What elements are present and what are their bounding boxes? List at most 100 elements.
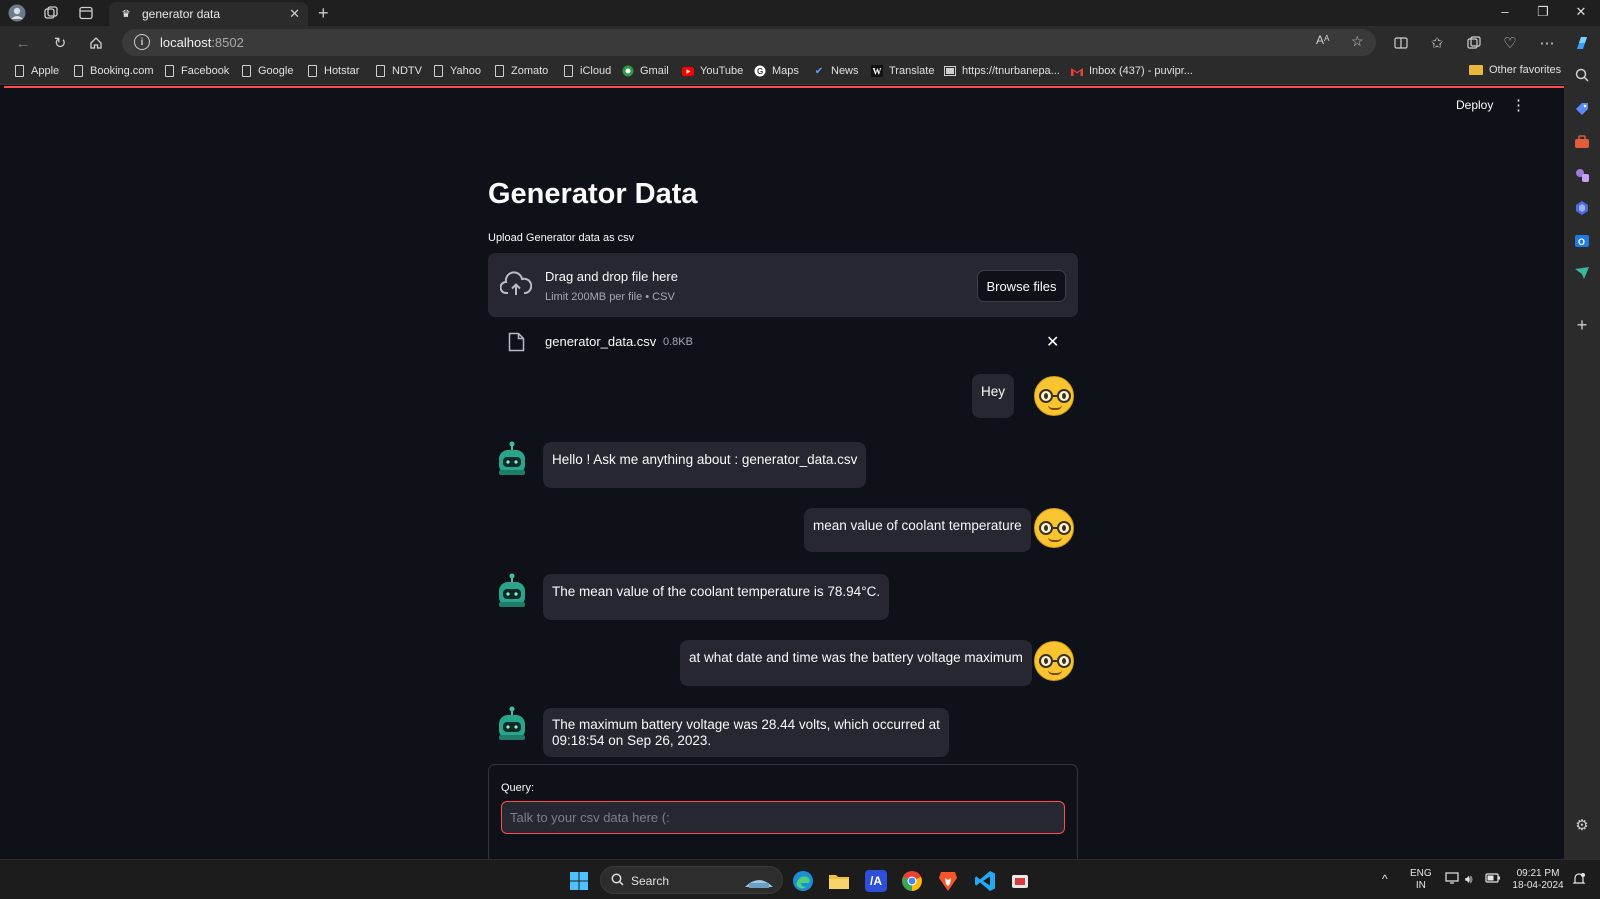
bookmark-icloud[interactable]: iCloud	[562, 64, 611, 78]
network-icon[interactable]	[1445, 872, 1459, 887]
volume-icon[interactable]: 🔊︎	[1465, 872, 1473, 887]
message-text: Hey	[981, 384, 1006, 399]
assistant-bubble: The mean value of the coolant temperatur…	[543, 574, 890, 620]
bookmark-translate[interactable]: W Translate	[871, 64, 934, 78]
collections-icon[interactable]	[1464, 33, 1484, 53]
header-decoration	[4, 86, 1564, 88]
news-check-icon: ✔	[814, 65, 824, 77]
user-bubble: mean value of coolant temperature	[804, 508, 1031, 552]
bookmark-gmail-inbox[interactable]: Inbox (437) - puvipr...	[1071, 64, 1193, 78]
workspaces-icon[interactable]	[42, 4, 60, 22]
bookmark-other-favorites[interactable]: Other favorites	[1469, 64, 1561, 76]
notifications-icon[interactable]	[1572, 872, 1586, 889]
bot-avatar-icon	[499, 573, 525, 607]
copilot-icon[interactable]	[1572, 33, 1592, 53]
window-close-icon[interactable]: ✕	[1571, 4, 1591, 20]
reload-icon[interactable]: ↻	[50, 33, 70, 53]
settings-more-icon[interactable]: ⋯	[1537, 33, 1557, 53]
bookmark-hotstar[interactable]: Hotstar	[306, 64, 359, 78]
battery-icon[interactable]	[1485, 872, 1501, 886]
restore-icon[interactable]: ❐	[1533, 4, 1553, 20]
clock[interactable]: 09:21 PM 18-04-2024	[1508, 868, 1568, 892]
site-page-icon	[944, 64, 956, 78]
clock-date: 18-04-2024	[1512, 880, 1564, 891]
sidebar-add-icon[interactable]: +	[1573, 315, 1591, 335]
sidebar-copilot-icon[interactable]	[1573, 199, 1591, 217]
search-label: Search	[631, 874, 670, 888]
message-text-line-2: 09:18:54 on Sep 26, 2023.	[552, 733, 712, 748]
page-icon	[493, 64, 505, 78]
svg-text:O: O	[1578, 237, 1585, 247]
page-icon	[306, 64, 318, 78]
bookmark-zomato[interactable]: Zomato	[493, 64, 548, 78]
windows-start-icon[interactable]	[568, 870, 590, 892]
bookmark-google[interactable]: Google	[240, 64, 293, 78]
taskbar-search[interactable]: Search	[600, 866, 783, 894]
bookmark-ndtv[interactable]: NDTV	[374, 64, 422, 78]
file-dropzone[interactable]: Drag and drop file here Limit 200MB per …	[488, 253, 1078, 317]
address-bar[interactable]: i localhost:8502 Aᴬ ☆	[122, 29, 1376, 56]
gmail-globe-icon	[622, 64, 634, 78]
bookmark-tnurbanepay[interactable]: https://tnurbanepa...	[944, 64, 1060, 78]
home-icon[interactable]	[86, 33, 106, 53]
back-arrow-icon[interactable]: ←	[13, 33, 33, 53]
bookmark-news[interactable]: ✔ News	[813, 64, 859, 78]
bookmark-yahoo[interactable]: Yahoo	[432, 64, 481, 78]
sidebar-games-icon[interactable]	[1573, 166, 1591, 184]
bookmark-maps[interactable]: G Maps	[754, 64, 799, 78]
browser-tab-active[interactable]: ♛ generator data ✕	[109, 2, 308, 26]
snipping-tool-icon[interactable]	[1010, 870, 1032, 892]
edge-taskbar-icon[interactable]	[792, 870, 814, 892]
sidebar-send-icon[interactable]	[1573, 264, 1591, 282]
edge-sidebar: O + ⚙	[1564, 59, 1600, 859]
new-tab-icon[interactable]: +	[318, 3, 329, 24]
browser-toolbar: ← ↻ i localhost:8502 Aᴬ ☆ ✩ ♡ ⋯	[0, 26, 1600, 59]
browse-files-button[interactable]: Browse files	[977, 270, 1066, 302]
page-icon	[432, 64, 444, 78]
uploaded-file: generator_data.csv 0.8KB ✕	[488, 328, 1078, 356]
file-explorer-icon[interactable]	[828, 870, 850, 892]
translate-w-icon: W	[871, 64, 883, 78]
sidebar-tools-icon[interactable]	[1573, 133, 1591, 151]
search-icon	[611, 873, 624, 889]
main-menu-icon[interactable]: ⋮	[1511, 96, 1526, 114]
remove-file-icon[interactable]: ✕	[1046, 332, 1059, 352]
profile-avatar-icon[interactable]	[8, 4, 26, 22]
bookmark-booking[interactable]: Booking.com	[72, 64, 154, 78]
vertical-tabs-icon[interactable]	[77, 4, 95, 22]
site-info-icon[interactable]: i	[134, 34, 150, 50]
sidebar-search-icon[interactable]	[1573, 66, 1591, 84]
bot-avatar-icon	[499, 441, 525, 475]
message-text-line-1: The maximum battery voltage was 28.44 vo…	[552, 717, 940, 732]
bookmark-gmail[interactable]: Gmail	[622, 64, 669, 78]
bookmark-facebook[interactable]: Facebook	[163, 64, 229, 78]
read-aloud-icon[interactable]: Aᴬ	[1316, 33, 1329, 47]
user-avatar-nerd-icon	[1034, 376, 1074, 416]
deploy-button[interactable]: Deploy	[1456, 98, 1493, 112]
sidebar-shopping-icon[interactable]	[1573, 100, 1591, 118]
brave-icon[interactable]	[937, 870, 959, 892]
minimize-icon[interactable]: –	[1495, 4, 1515, 19]
show-hidden-icons[interactable]: ^	[1382, 872, 1388, 886]
message-text: mean value of coolant temperature	[813, 518, 1022, 533]
tab-close-icon[interactable]: ✕	[289, 6, 300, 22]
sidebar-settings-icon[interactable]: ⚙	[1573, 816, 1591, 834]
uploader-label: Upload Generator data as csv	[488, 232, 635, 244]
bookmarks-bar: Apple Booking.com Facebook Google Hotsta…	[0, 59, 1564, 85]
split-screen-icon[interactable]	[1391, 33, 1411, 53]
file-size: 0.8KB	[663, 336, 693, 348]
query-input[interactable]	[501, 801, 1065, 834]
browser-essentials-icon[interactable]: ♡	[1500, 33, 1520, 53]
query-label: Query:	[501, 782, 535, 794]
assistant-bubble: Hello ! Ask me anything about : generato…	[543, 442, 867, 488]
app-taskbar-icon[interactable]: /A	[865, 870, 887, 892]
chrome-icon[interactable]	[901, 870, 923, 892]
favorites-icon[interactable]: ✩	[1427, 33, 1447, 53]
favorite-star-icon[interactable]: ☆	[1351, 33, 1364, 50]
page-icon	[72, 64, 84, 78]
sidebar-outlook-icon[interactable]: O	[1573, 232, 1591, 250]
language-indicator[interactable]: ENG IN	[1410, 868, 1432, 892]
bookmark-apple[interactable]: Apple	[13, 64, 59, 78]
bookmark-youtube[interactable]: YouTube	[682, 64, 743, 78]
vscode-icon[interactable]	[974, 870, 996, 892]
